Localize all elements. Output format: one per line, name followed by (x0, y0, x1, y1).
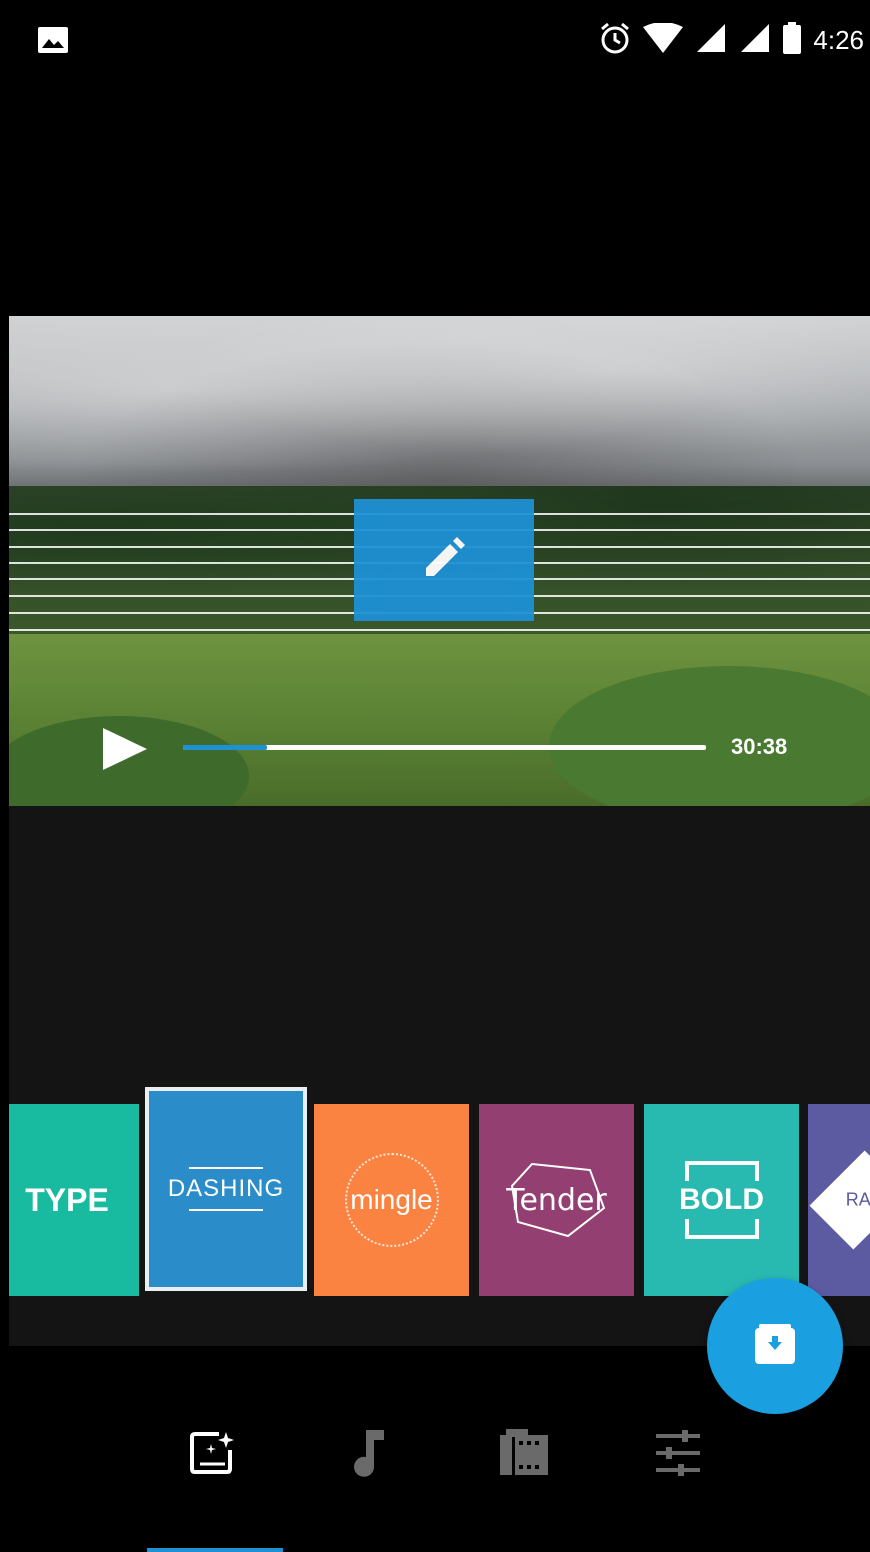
theme-strip[interactable]: TYPE DASHING mingle Tender BOLD RA (9, 1085, 870, 1300)
duration-label: 30:38 (731, 734, 788, 759)
theme-bold[interactable]: BOLD (644, 1104, 799, 1296)
status-icons: 4:26 (599, 21, 864, 60)
save-video-button[interactable] (707, 1278, 843, 1414)
dotted-circle-icon: mingle (344, 1153, 439, 1247)
nav-themes[interactable] (187, 1430, 237, 1480)
play-button[interactable] (101, 726, 151, 772)
nav-adjust[interactable] (653, 1429, 703, 1481)
divider (188, 1167, 263, 1169)
pencil-icon (420, 534, 468, 587)
clips-icon (498, 1427, 550, 1484)
title-guide-line (9, 629, 870, 631)
diamond-icon: RA (809, 1150, 870, 1250)
theme-dashing-logo: DASHING (168, 1167, 284, 1211)
progress-fill (183, 745, 267, 750)
theme-ra[interactable]: RA (808, 1104, 870, 1296)
active-tab-indicator (147, 1548, 283, 1552)
nav-music[interactable] (345, 1428, 395, 1483)
playback-progress-bar[interactable] (183, 745, 706, 750)
divider (188, 1209, 263, 1211)
theme-label: TYPE (25, 1181, 109, 1218)
status-time: 4:26 (813, 24, 864, 55)
themes-icon (189, 1430, 235, 1481)
theme-label: DASHING (167, 1175, 285, 1202)
wifi-icon (643, 21, 684, 58)
battery-icon (783, 21, 802, 59)
theme-tender-logo: Tender (506, 1162, 607, 1238)
theme-type[interactable]: TYPE (9, 1104, 139, 1296)
music-icon (350, 1428, 390, 1483)
play-icon (101, 728, 151, 776)
adjust-icon (654, 1429, 702, 1481)
theme-label: RA (846, 1189, 870, 1210)
theme-tender[interactable]: Tender (479, 1104, 634, 1296)
status-bar: 4:26 (9, 0, 870, 80)
theme-bold-logo: BOLD (679, 1161, 764, 1239)
signal-icon-2 (739, 22, 771, 59)
theme-label: mingle (350, 1184, 433, 1215)
image-icon (37, 26, 69, 54)
sky (9, 316, 870, 496)
theme-label: Tender (506, 1182, 607, 1218)
save-download-icon (753, 1322, 797, 1371)
app-frame: 4:26 30:38 TYPE DASHING mingle Tender BO… (9, 0, 870, 1552)
edit-title-button[interactable] (354, 499, 534, 621)
theme-label: BOLD (679, 1183, 764, 1216)
theme-mingle[interactable]: mingle (314, 1104, 469, 1296)
signal-icon (695, 22, 727, 59)
theme-dashing[interactable]: DASHING (145, 1087, 307, 1291)
video-preview[interactable]: 30:38 (9, 316, 870, 806)
nav-clips[interactable] (499, 1428, 549, 1480)
alarm-icon (599, 21, 631, 60)
